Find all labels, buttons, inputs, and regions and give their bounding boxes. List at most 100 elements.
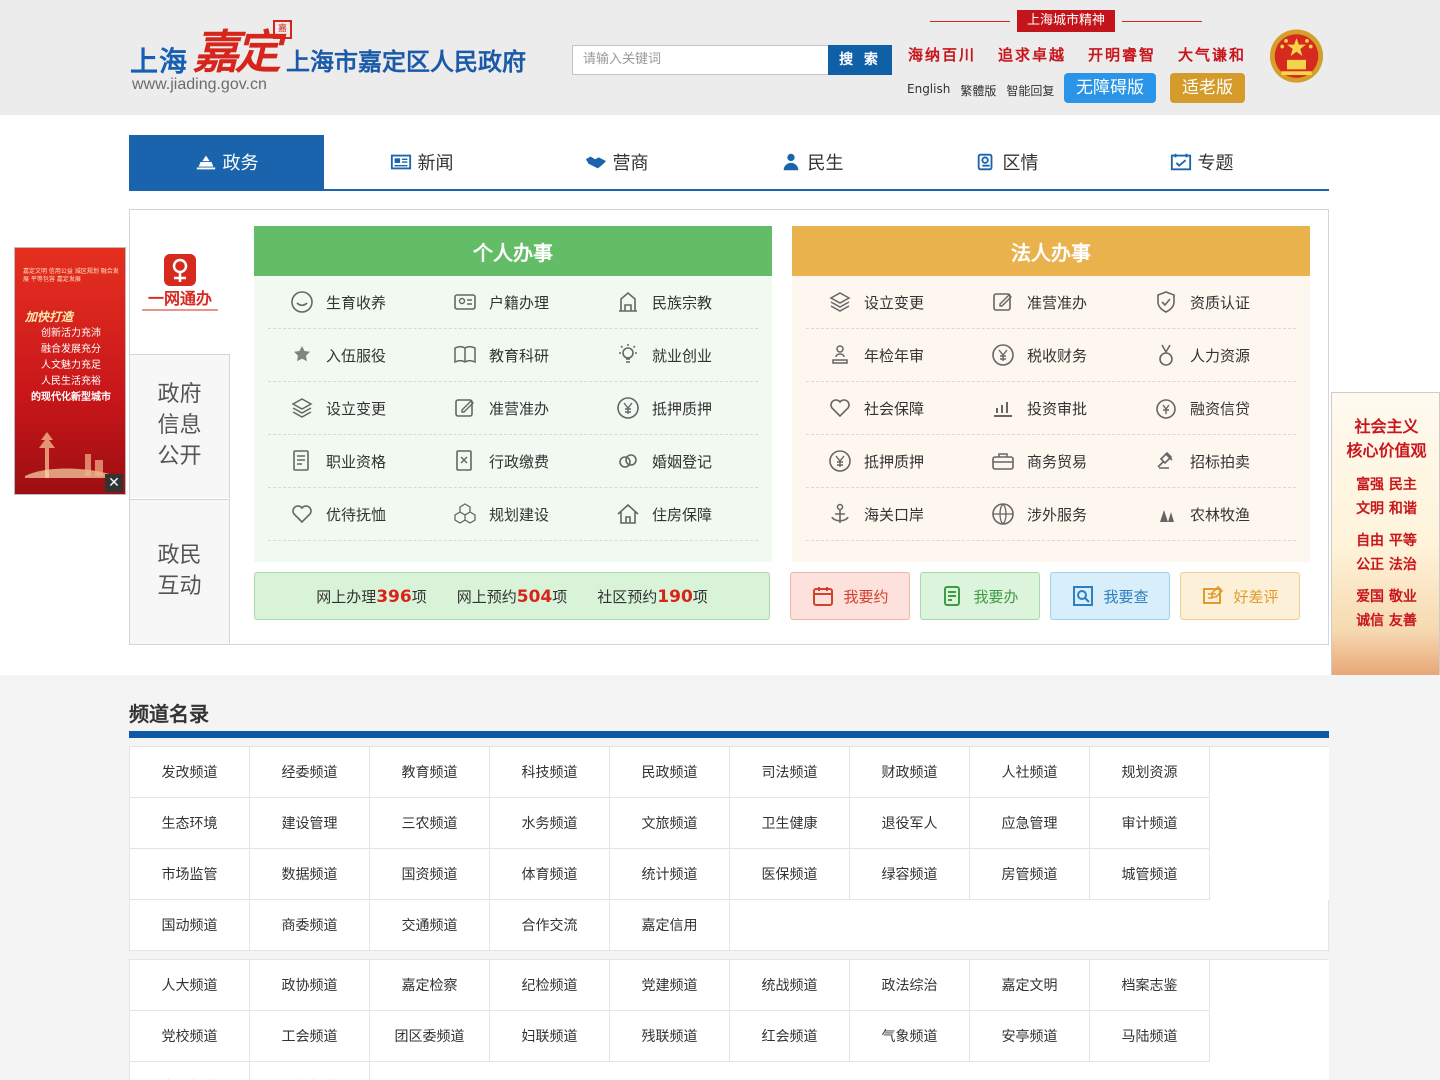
- channel-link[interactable]: 审计频道: [1090, 798, 1210, 849]
- service-item[interactable]: 民族宗教: [594, 276, 757, 328]
- channel-link[interactable]: 人大频道: [130, 960, 250, 1011]
- rating-button[interactable]: 好差评: [1180, 572, 1300, 620]
- link-traditional[interactable]: 繁體版: [960, 82, 996, 99]
- channel-link[interactable]: 人社频道: [970, 747, 1090, 798]
- channel-link[interactable]: 经委频道: [250, 747, 370, 798]
- service-item[interactable]: 设立变更: [268, 382, 431, 434]
- channel-link[interactable]: 交通频道: [370, 900, 490, 951]
- tab-news[interactable]: 新闻: [324, 135, 519, 189]
- service-item[interactable]: 就业创业: [594, 329, 757, 381]
- service-item[interactable]: 准营准办: [969, 276, 1132, 328]
- service-item[interactable]: 涉外服务: [969, 488, 1132, 540]
- tab-topics[interactable]: 专题: [1104, 135, 1299, 189]
- channel-link[interactable]: 嘉定检察: [370, 960, 490, 1011]
- legal-services-title[interactable]: 法人办事: [792, 226, 1310, 276]
- channel-link[interactable]: 党校频道: [130, 1011, 250, 1062]
- channel-link[interactable]: 生态环境: [130, 798, 250, 849]
- channel-link[interactable]: 合作交流: [490, 900, 610, 951]
- logo-shanghai[interactable]: 上海: [130, 40, 188, 80]
- channel-link[interactable]: 水务频道: [490, 798, 610, 849]
- channel-link[interactable]: 南翔频道: [130, 1062, 250, 1080]
- service-stats-bar[interactable]: 网上办理396项 网上预约504项 社区预约190项: [254, 572, 770, 620]
- channel-link[interactable]: 房管频道: [970, 849, 1090, 900]
- channel-link[interactable]: 科技频道: [490, 747, 610, 798]
- search-input[interactable]: 请输入关键词: [572, 45, 830, 75]
- channel-link[interactable]: 数据频道: [250, 849, 370, 900]
- personal-services-title[interactable]: 个人办事: [254, 226, 772, 276]
- tab-gov-info-disclosure[interactable]: 政府信息公开: [130, 354, 230, 498]
- channel-link[interactable]: 发改频道: [130, 747, 250, 798]
- handle-button[interactable]: 我要办: [920, 572, 1040, 620]
- channel-link[interactable]: 马陆频道: [1090, 1011, 1210, 1062]
- channel-link[interactable]: 嘉定文明: [970, 960, 1090, 1011]
- service-item[interactable]: 投资审批: [969, 382, 1132, 434]
- logo-jiading[interactable]: 嘉定: [193, 16, 281, 82]
- channel-link[interactable]: 统战频道: [730, 960, 850, 1011]
- service-item[interactable]: 职业资格: [268, 435, 431, 487]
- service-item[interactable]: 户籍办理: [431, 276, 594, 328]
- service-item[interactable]: 社会保障: [806, 382, 969, 434]
- channel-link[interactable]: 国动频道: [130, 900, 250, 951]
- service-item[interactable]: 人力资源: [1132, 329, 1295, 381]
- channel-link[interactable]: 气象频道: [850, 1011, 970, 1062]
- tab-business[interactable]: 营商: [519, 135, 714, 189]
- channel-link[interactable]: 三农频道: [370, 798, 490, 849]
- tab-gov-citizen-interaction[interactable]: 政民互动: [130, 499, 230, 644]
- service-item[interactable]: 农林牧渔: [1132, 488, 1295, 540]
- link-english[interactable]: English: [907, 82, 950, 99]
- channel-link[interactable]: 政协频道: [250, 960, 370, 1011]
- channel-link[interactable]: 司法频道: [730, 747, 850, 798]
- channel-link[interactable]: 残联频道: [610, 1011, 730, 1062]
- service-item[interactable]: 行政缴费: [431, 435, 594, 487]
- channel-link[interactable]: 商委频道: [250, 900, 370, 951]
- left-floating-ad[interactable]: 嘉定文明 信用公益 城区规划 融合发展 平等包容 嘉定发展 加快打造 创新活力充…: [14, 247, 126, 495]
- channel-link[interactable]: 档案志鉴: [1090, 960, 1210, 1011]
- service-item[interactable]: 生育收养: [268, 276, 431, 328]
- query-button[interactable]: 我要查: [1050, 572, 1170, 620]
- service-item[interactable]: 教育科研: [431, 329, 594, 381]
- channel-link[interactable]: 绿容频道: [850, 849, 970, 900]
- service-item[interactable]: 招标拍卖: [1132, 435, 1295, 487]
- channel-link[interactable]: 江桥频道: [250, 1062, 370, 1080]
- channel-link[interactable]: 文旅频道: [610, 798, 730, 849]
- channel-link[interactable]: 教育频道: [370, 747, 490, 798]
- tab-livelihood[interactable]: 民生: [714, 135, 909, 189]
- service-item[interactable]: 商务贸易: [969, 435, 1132, 487]
- link-smart-reply[interactable]: 智能回复: [1006, 82, 1054, 99]
- service-item[interactable]: 入伍服役: [268, 329, 431, 381]
- channel-link[interactable]: 退役军人: [850, 798, 970, 849]
- service-item[interactable]: 住房保障: [594, 488, 757, 540]
- service-item[interactable]: 资质认证: [1132, 276, 1295, 328]
- service-item[interactable]: 融资信贷: [1132, 382, 1295, 434]
- one-net-logo-icon[interactable]: 一网通办: [138, 252, 222, 316]
- channel-link[interactable]: 妇联频道: [490, 1011, 610, 1062]
- channel-link[interactable]: 政法综治: [850, 960, 970, 1011]
- service-item[interactable]: 抵押质押: [806, 435, 969, 487]
- service-item[interactable]: 年检年审: [806, 329, 969, 381]
- service-item[interactable]: 规划建设: [431, 488, 594, 540]
- elder-mode-button[interactable]: 适老版: [1170, 73, 1245, 103]
- channel-link[interactable]: 规划资源: [1090, 747, 1210, 798]
- channel-link[interactable]: 医保频道: [730, 849, 850, 900]
- channel-link[interactable]: 应急管理: [970, 798, 1090, 849]
- channel-link[interactable]: 城管频道: [1090, 849, 1210, 900]
- channel-link[interactable]: 卫生健康: [730, 798, 850, 849]
- channel-link[interactable]: 党建频道: [610, 960, 730, 1011]
- close-icon[interactable]: ✕: [105, 474, 123, 492]
- channel-link[interactable]: 红会频道: [730, 1011, 850, 1062]
- channel-link[interactable]: 财政频道: [850, 747, 970, 798]
- channel-link[interactable]: 市场监管: [130, 849, 250, 900]
- gov-title[interactable]: 上海市嘉定区人民政府: [286, 42, 526, 77]
- tab-government[interactable]: 政务: [129, 135, 324, 189]
- channel-link[interactable]: 国资频道: [370, 849, 490, 900]
- service-item[interactable]: 准营准办: [431, 382, 594, 434]
- channel-link[interactable]: 体育频道: [490, 849, 610, 900]
- appointment-button[interactable]: 我要约: [790, 572, 910, 620]
- service-item[interactable]: 税收财务: [969, 329, 1132, 381]
- channel-link[interactable]: 民政频道: [610, 747, 730, 798]
- channel-link[interactable]: 安亭频道: [970, 1011, 1090, 1062]
- channel-link[interactable]: 统计频道: [610, 849, 730, 900]
- channel-link[interactable]: 纪检频道: [490, 960, 610, 1011]
- channel-link[interactable]: 工会频道: [250, 1011, 370, 1062]
- search-button[interactable]: 搜 索: [828, 45, 892, 75]
